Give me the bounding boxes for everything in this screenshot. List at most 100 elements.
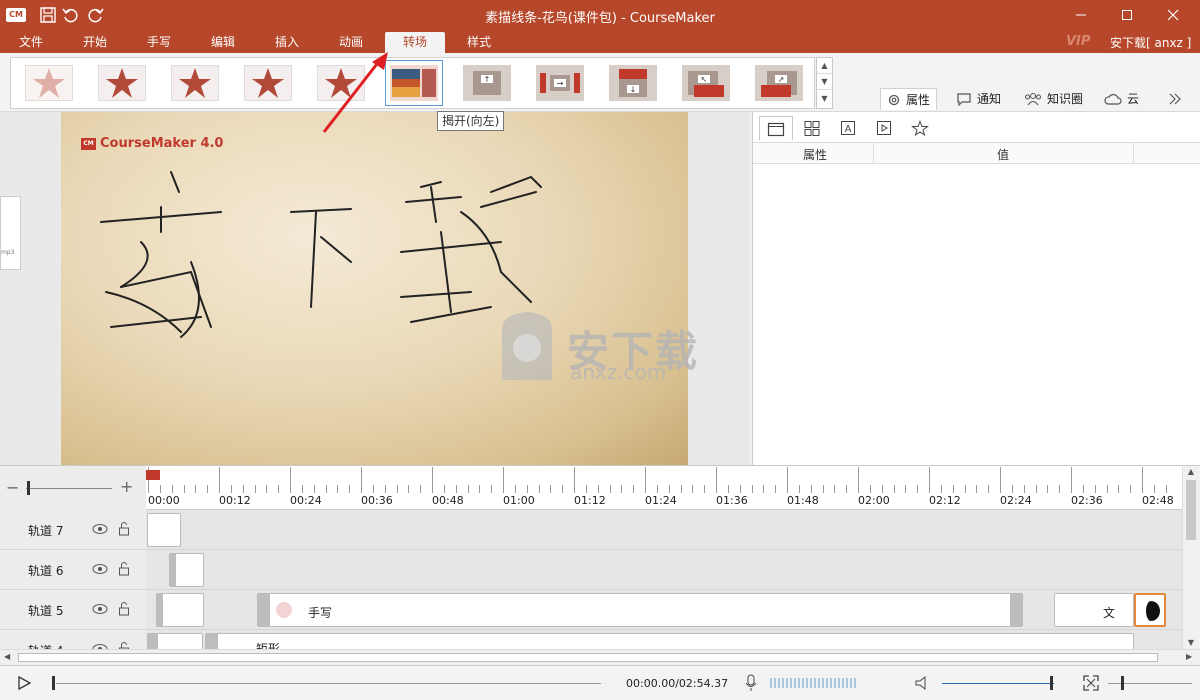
ruler-tick-label: 01:36 [716, 494, 748, 507]
close-button[interactable] [1150, 0, 1196, 30]
ruler-tick [183, 485, 185, 493]
volume-handle[interactable] [1050, 676, 1053, 690]
unlock-icon[interactable] [118, 561, 130, 577]
rect-clip[interactable]: 矩形 [205, 633, 1134, 649]
ruler-tick [266, 485, 268, 493]
zoom-in-button[interactable]: + [120, 477, 133, 496]
ruler-tick [372, 485, 374, 493]
ruler-tick [1118, 485, 1120, 493]
gallery-expand-button[interactable]: ▼ [817, 90, 832, 106]
unlock-icon[interactable] [118, 601, 130, 617]
track-clip[interactable] [169, 553, 204, 587]
menu-insert[interactable]: 插入 [266, 32, 308, 53]
tab-notifications[interactable]: 通知 [956, 88, 1001, 110]
volume-track[interactable] [942, 683, 1054, 684]
menu-handwrite[interactable]: 手写 [138, 32, 180, 53]
clip-handle-right[interactable] [1010, 594, 1022, 626]
ruler-tick [325, 485, 327, 493]
scroll-down-arrow[interactable]: ▼ [1183, 638, 1199, 647]
scroll-up-arrow[interactable]: ▲ [1183, 467, 1199, 476]
tab-media[interactable] [867, 116, 901, 140]
scroll-thumb[interactable] [18, 653, 1158, 662]
unlock-icon[interactable] [118, 521, 130, 537]
transition-push-down[interactable]: ↓ [609, 65, 657, 101]
tab-knowledge[interactable]: 知识圈 [1024, 88, 1083, 110]
minimize-button[interactable] [1058, 0, 1104, 30]
fullscreen-icon[interactable] [1082, 674, 1100, 692]
tab-slide-props[interactable] [759, 116, 793, 140]
track-clip[interactable] [156, 593, 204, 627]
transition-push-up-right[interactable]: ↗ [755, 65, 803, 101]
ruler-tick [692, 485, 694, 493]
canvas-zoom-handle[interactable] [1121, 676, 1124, 690]
timeline-ruler[interactable]: 00:00 00:12 00:24 00:36 00:48 01:00 01:12 01:24… [146, 466, 1182, 510]
ruler-tick [704, 485, 706, 493]
track-row-5[interactable]: 手写 文 [146, 590, 1182, 630]
ruler-tick [1082, 485, 1084, 493]
transition-push-up[interactable]: ↑ [463, 65, 511, 101]
transition-star-fade[interactable] [25, 65, 73, 101]
track-row-7[interactable] [146, 510, 1182, 550]
slide-canvas[interactable]: CM CourseMaker 4.0 [61, 112, 688, 465]
microphone-icon[interactable] [744, 674, 758, 692]
play-icon[interactable] [16, 675, 32, 691]
title-bar: CM 素描线条-花鸟(课件包) - CourseMaker [0, 0, 1200, 30]
eye-icon[interactable] [92, 523, 108, 535]
handwrite-clip[interactable]: 手写 [257, 593, 1023, 627]
clip-handle[interactable] [157, 594, 163, 626]
audio-card[interactable]: mp3 [0, 196, 21, 270]
user-account[interactable]: 安下载[ anxz ] [1110, 34, 1191, 51]
ruler-tick [408, 485, 410, 493]
maximize-button[interactable] [1104, 0, 1150, 30]
track-clip[interactable] [147, 513, 181, 547]
panel-collapse-button[interactable] [1168, 88, 1182, 110]
svg-text:A: A [845, 124, 852, 135]
tab-properties[interactable]: 属性 [880, 88, 938, 110]
tab-text[interactable]: A [831, 116, 865, 140]
clip-handle[interactable] [148, 634, 158, 649]
menu-start[interactable]: 开始 [74, 32, 116, 53]
text-clip[interactable]: 文 [1054, 593, 1134, 627]
scroll-left-arrow[interactable]: ◀ [4, 652, 10, 661]
ruler-tick [443, 485, 445, 493]
playhead[interactable] [146, 470, 160, 480]
gallery-scroll-up-button[interactable]: ▲ [817, 58, 832, 74]
progress-handle[interactable] [52, 676, 55, 690]
zoom-out-button[interactable]: − [6, 478, 19, 497]
speaker-icon[interactable] [914, 675, 932, 691]
clip-handle-left[interactable] [206, 634, 218, 649]
transition-star-2[interactable] [171, 65, 219, 101]
gallery-scroll-down-button[interactable]: ▼ [817, 74, 832, 90]
track-row-6[interactable] [146, 550, 1182, 590]
scroll-thumb[interactable] [1186, 480, 1196, 540]
selected-clip[interactable] [1134, 593, 1166, 627]
scroll-right-arrow[interactable]: ▶ [1186, 652, 1192, 661]
menu-style[interactable]: 样式 [458, 32, 500, 53]
ruler-tick [893, 485, 895, 493]
clip-handle[interactable] [170, 554, 176, 586]
transition-star-3[interactable] [244, 65, 292, 101]
tab-cloud[interactable]: 云 [1104, 88, 1139, 110]
menu-edit[interactable]: 编辑 [202, 32, 244, 53]
eye-icon[interactable] [92, 603, 108, 615]
ruler-tick [1094, 485, 1096, 493]
vip-badge[interactable]: VIP [1066, 34, 1090, 49]
ruler-tick [159, 485, 161, 493]
progress-track[interactable] [56, 683, 601, 684]
tab-favorites[interactable] [903, 116, 937, 140]
track-clip[interactable] [147, 633, 203, 649]
menu-file[interactable]: 文件 [10, 32, 52, 53]
ruler-tick [361, 467, 362, 493]
timeline-horizontal-scrollbar[interactable]: ◀ ▶ [0, 649, 1200, 665]
timeline-vertical-scrollbar[interactable]: ▲ ▼ [1182, 467, 1199, 649]
clip-handle-left[interactable] [258, 594, 270, 626]
eye-icon[interactable] [92, 563, 108, 575]
zoom-slider-handle[interactable] [27, 481, 30, 495]
track-row-4[interactable]: 矩形 [146, 630, 1182, 650]
transition-star-1[interactable] [98, 65, 146, 101]
tab-elements[interactable] [795, 116, 829, 140]
transition-push-up-left[interactable]: ↖ [682, 65, 730, 101]
ruler-tick-label: 01:48 [787, 494, 819, 507]
ruler-tick [491, 485, 493, 493]
transition-push-right[interactable]: → [536, 65, 584, 101]
